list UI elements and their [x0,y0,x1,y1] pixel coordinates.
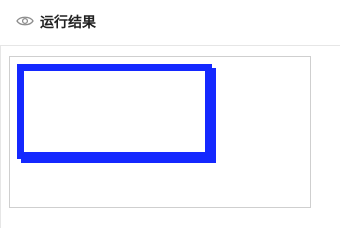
run-result-panel: 运行结果 [0,0,340,228]
result-canvas [9,56,311,208]
panel-header: 运行结果 [0,0,340,46]
panel-title: 运行结果 [40,15,96,31]
eye-icon [16,16,34,26]
drawn-rectangle [17,64,212,159]
left-divider [0,46,1,228]
